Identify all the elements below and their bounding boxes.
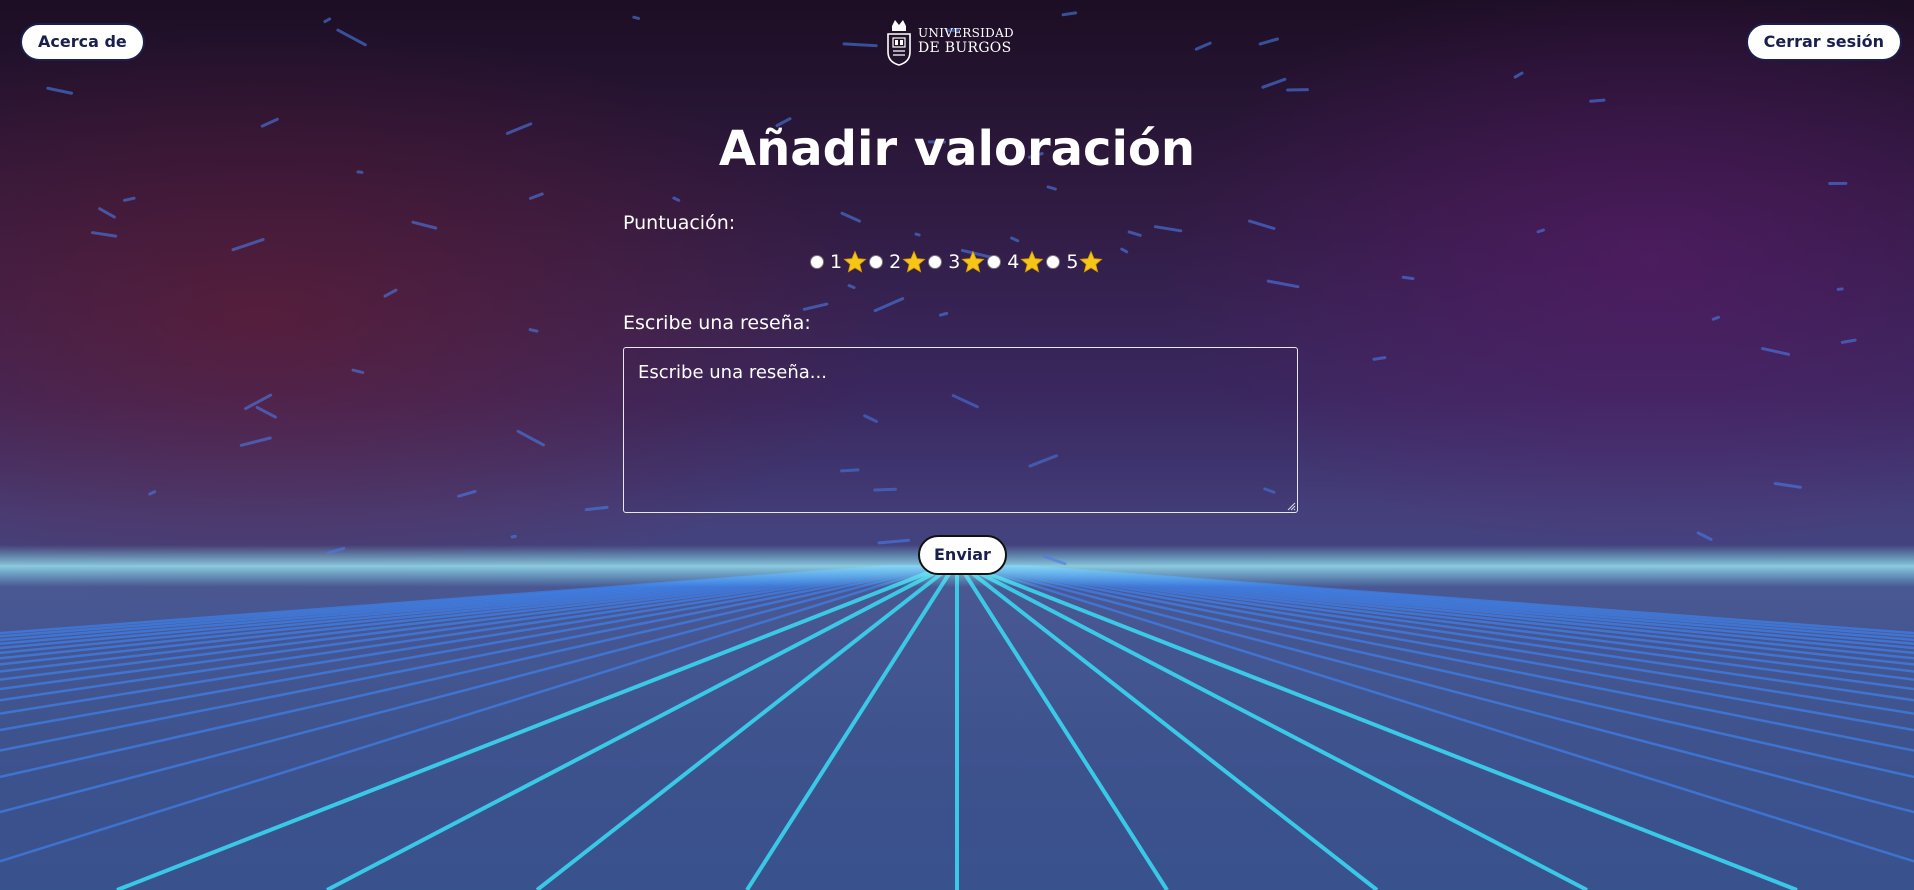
particle	[1010, 236, 1020, 243]
logout-button[interactable]: Cerrar sesión	[1745, 23, 1902, 61]
particle	[1120, 247, 1129, 254]
particle	[1248, 219, 1276, 231]
rating-option-1[interactable]: 1	[810, 248, 867, 276]
particle	[336, 28, 367, 47]
rating-value: 5	[1066, 251, 1079, 273]
particle	[1711, 315, 1721, 321]
particle	[1761, 347, 1791, 356]
particle	[632, 15, 640, 20]
particle	[1372, 356, 1387, 361]
particle	[528, 328, 539, 333]
particle	[1153, 225, 1183, 233]
star-icon	[1079, 250, 1104, 273]
rating-value: 4	[1007, 251, 1020, 273]
particle	[1061, 11, 1078, 17]
rating-radio[interactable]	[810, 255, 824, 269]
particle	[802, 302, 829, 311]
resize-grip-icon[interactable]	[1286, 501, 1296, 511]
particle	[255, 405, 277, 419]
rating-radio[interactable]	[987, 255, 1002, 269]
particle	[90, 231, 118, 238]
particle	[510, 534, 517, 539]
particle	[46, 86, 74, 95]
logo-text-line1: UNIVERSIDAD	[918, 26, 1014, 40]
particle	[1401, 275, 1415, 281]
rating-option-4[interactable]: 4	[987, 248, 1044, 276]
star-icon	[1020, 250, 1044, 273]
page: Acerca de UNIVERSIDAD DE BURGOS Cerrar s…	[0, 0, 1914, 890]
particle	[528, 192, 544, 200]
particle	[847, 284, 856, 290]
particle	[1589, 98, 1606, 103]
particle	[584, 505, 609, 512]
score-label: Puntuación:	[623, 212, 736, 234]
particle	[877, 538, 911, 545]
rating-radio[interactable]	[1046, 255, 1061, 269]
rating-options: 1 2 3 4 5	[810, 248, 1105, 276]
particle	[873, 297, 905, 313]
rating-option-2[interactable]: 2	[869, 248, 926, 276]
review-label: Escribe una reseña:	[623, 312, 811, 334]
particle	[1258, 37, 1279, 46]
particle	[239, 436, 272, 447]
particle	[842, 42, 878, 48]
particle	[1840, 338, 1857, 344]
particle	[840, 211, 862, 223]
particle	[1046, 185, 1057, 191]
rating-value: 2	[889, 251, 902, 273]
particle	[1696, 531, 1713, 541]
particle	[516, 429, 545, 447]
particle	[148, 490, 157, 496]
about-button[interactable]: Acerca de	[20, 23, 145, 61]
particle	[457, 489, 477, 498]
particle	[914, 232, 921, 237]
particle	[672, 196, 681, 202]
university-crest-icon	[887, 20, 911, 66]
particle	[1513, 71, 1524, 79]
star-icon	[961, 250, 985, 273]
particle	[1536, 228, 1545, 234]
review-textarea[interactable]: Escribe una reseña...	[623, 347, 1298, 513]
particle	[98, 207, 116, 219]
star-icon	[843, 250, 867, 273]
particle	[1773, 482, 1802, 489]
particle	[1266, 279, 1300, 289]
review-placeholder: Escribe una reseña...	[638, 362, 827, 383]
particle	[351, 368, 365, 375]
particle	[1286, 88, 1309, 92]
particle	[323, 17, 332, 24]
star-icon	[902, 250, 926, 273]
particle	[1194, 41, 1212, 51]
submit-button[interactable]: Enviar	[918, 535, 1007, 575]
particle	[938, 311, 949, 317]
rating-radio[interactable]	[928, 255, 943, 269]
rating-value: 1	[830, 251, 843, 273]
page-title: Añadir valoración	[718, 121, 1196, 177]
particle	[1261, 77, 1287, 89]
particle	[1127, 230, 1142, 237]
rating-option-5[interactable]: 5	[1046, 248, 1104, 276]
particle	[1836, 287, 1844, 291]
university-logo: UNIVERSIDAD DE BURGOS	[884, 16, 1014, 66]
particle	[231, 238, 265, 252]
rating-option-3[interactable]: 3	[928, 248, 985, 276]
rating-radio[interactable]	[869, 255, 884, 269]
rating-value: 3	[948, 251, 961, 273]
particle	[383, 288, 398, 298]
particle	[411, 220, 438, 230]
logo-text-line2: DE BURGOS	[918, 40, 1012, 56]
particle	[122, 196, 136, 202]
